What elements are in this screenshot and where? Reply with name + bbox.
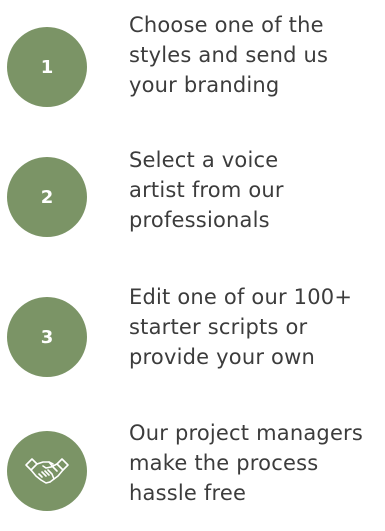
step-1-number: 1 [40, 56, 54, 78]
step-1-badge: 1 [7, 27, 87, 107]
handshake-icon [25, 458, 69, 484]
step-4: Our project managers make the process ha… [0, 418, 385, 518]
step-3-line-1: Edit one of our 100+ [129, 285, 353, 309]
step-4-line-3: hassle free [129, 481, 247, 505]
step-1-line-3: your branding [129, 73, 280, 97]
step-2-line-1: Select a voice [129, 148, 279, 172]
step-3: 3 Edit one of our 100+ starter scripts o… [0, 282, 385, 382]
step-1-text: Choose one of the styles and send us you… [129, 10, 385, 100]
step-3-badge: 3 [7, 297, 87, 377]
step-3-number: 3 [40, 326, 54, 348]
step-2-line-3: professionals [129, 208, 270, 232]
step-1-line-2: styles and send us [129, 43, 329, 67]
step-2-number: 2 [40, 186, 54, 208]
step-2-text: Select a voice artist from our professio… [129, 145, 385, 235]
step-2: 2 Select a voice artist from our profess… [0, 145, 385, 245]
step-2-line-2: artist from our [129, 178, 284, 202]
step-3-line-2: starter scripts or [129, 315, 308, 339]
step-1: 1 Choose one of the styles and send us y… [0, 10, 385, 110]
step-1-line-1: Choose one of the [129, 13, 324, 37]
step-4-line-1: Our project managers [129, 421, 364, 445]
step-3-text: Edit one of our 100+ starter scripts or … [129, 282, 385, 372]
how-it-works-steps: 1 Choose one of the styles and send us y… [0, 0, 385, 531]
step-4-text: Our project managers make the process ha… [129, 418, 385, 508]
step-4-badge [7, 431, 87, 511]
step-2-badge: 2 [7, 157, 87, 237]
step-3-line-3: provide your own [129, 345, 315, 369]
step-4-line-2: make the process [129, 451, 319, 475]
